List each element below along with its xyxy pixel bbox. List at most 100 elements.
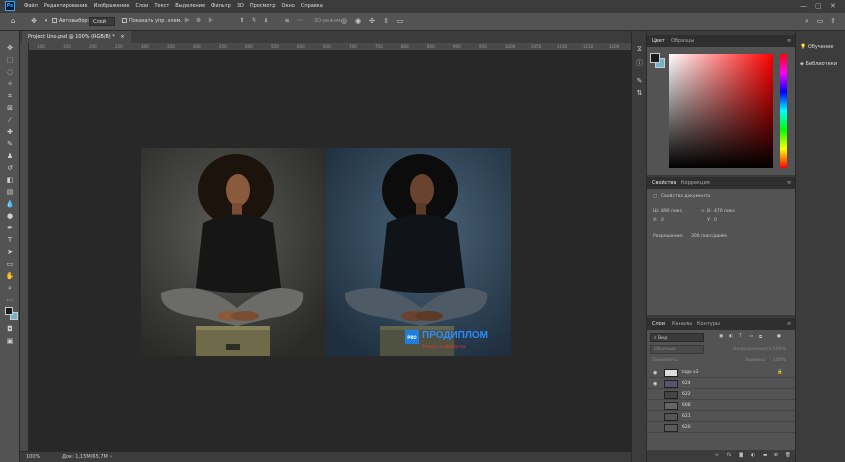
pen-tool-icon[interactable]: ✒ [5,223,15,233]
properties-menu-icon[interactable]: ≡ [787,180,791,186]
3d-orbit-icon[interactable]: ◎ [340,17,348,25]
tab-properties[interactable]: Свойства [652,180,676,186]
filter-toggle-icon[interactable]: ● [777,334,781,339]
layer-row[interactable]: ◉ 624 [647,378,796,389]
healing-brush-tool-icon[interactable]: ✚ [5,127,15,137]
blend-mode-select[interactable]: Обычные [650,345,704,354]
align-top-icon[interactable]: ⫪ [238,17,246,25]
screen-mode-icon[interactable]: ▣ [5,336,15,346]
layer-row[interactable]: 621 [647,411,796,422]
3d-roll-icon[interactable]: ◉ [354,17,362,25]
zoom-level[interactable]: 100% [26,454,40,460]
close-window-button[interactable]: ✕ [830,2,836,10]
color-panel-menu-icon[interactable]: ≡ [787,38,791,44]
color-panel-fg-swatch[interactable] [650,53,660,63]
marquee-tool-icon[interactable]: ⬚ [5,55,15,65]
layers-menu-icon[interactable]: ≡ [787,321,791,327]
adjustment-layer-icon[interactable]: ◐ [751,453,755,458]
info-icon[interactable]: ⓘ [635,59,644,68]
layer-row[interactable]: 608 [647,400,796,411]
3d-scale-icon[interactable]: ▭ [396,17,404,25]
new-layer-icon[interactable]: ⊞ [774,453,778,458]
learn-button[interactable]: 💡 Обучение [800,44,833,50]
zoom-tool-icon[interactable]: ⌕ [5,283,15,293]
autoselect-checkbox[interactable]: Автовыбор: [52,18,89,24]
link-icon[interactable]: ∞ [701,209,705,214]
tab-color[interactable]: Цвет [652,38,665,44]
menu-filter[interactable]: Фильтр [211,3,231,9]
document-image[interactable]: PRO ПРОДИПЛОМ Ремонт и обработка [141,148,511,356]
more-options-icon[interactable]: ⋯ [296,17,304,25]
new-group-icon[interactable]: ▬ [763,453,767,458]
menu-image[interactable]: Изображение [93,3,129,9]
color-field[interactable] [669,54,773,168]
x-value[interactable]: 0 [661,218,664,223]
chevron-down-icon[interactable]: ▾ [42,17,50,25]
3d-slide-icon[interactable]: ⇳ [382,17,390,25]
photoshop-logo[interactable]: Ps [5,1,15,11]
share-icon[interactable]: ⇪ [829,17,837,25]
layer-row[interactable]: 620 [647,422,796,433]
tab-adjustments[interactable]: Коррекция [681,180,710,186]
menu-text[interactable]: Текст [154,3,169,9]
menu-help[interactable]: Справка [301,3,323,9]
eyedropper-tool-icon[interactable]: ⁄ [5,115,15,125]
layer-row[interactable]: ◉ logo v2 🔒 [647,367,796,378]
move-tool-icon[interactable]: ✥ [30,17,38,25]
history-icon[interactable]: ⧖ [635,45,644,54]
filter-smart-icon[interactable]: ⧉ [759,334,762,340]
blur-tool-icon[interactable]: 💧 [5,199,15,209]
tab-channels[interactable]: Каналы [672,321,692,327]
filter-type-icon[interactable]: T [739,334,742,339]
height-value[interactable]: 470 пикс. [714,209,737,214]
history-brush-tool-icon[interactable]: ↺ [5,163,15,173]
menu-edit[interactable]: Редактирование [44,3,88,9]
foreground-color-swatch[interactable] [5,307,13,315]
tab-paths[interactable]: Контуры [697,321,720,327]
link-layers-icon[interactable]: ∞ [715,453,719,458]
align-right-icon[interactable]: ⊩ [207,17,215,25]
status-chevron-icon[interactable]: › [110,454,112,460]
stamp-tool-icon[interactable]: ♟ [5,151,15,161]
menu-layers[interactable]: Слои [135,3,148,9]
shape-tool-icon[interactable]: ▭ [5,259,15,269]
align-left-icon[interactable]: ⊫ [183,17,191,25]
layer-row[interactable]: 622 [647,389,796,400]
path-selection-tool-icon[interactable]: ➤ [5,247,15,257]
align-middle-icon[interactable]: ⫩ [250,17,258,25]
eraser-tool-icon[interactable]: ◧ [5,175,15,185]
distribute-icon[interactable]: ≡ [283,17,291,25]
crop-tool-icon[interactable]: ⌗ [5,91,15,101]
menu-3d[interactable]: 3D [237,3,244,9]
eye-icon[interactable]: ◉ [653,370,657,376]
tab-layers[interactable]: Слои [652,321,665,327]
lasso-tool-icon[interactable]: ◌ [5,67,15,77]
quick-mask-icon[interactable]: ◘ [5,324,15,334]
minimize-button[interactable]: — [800,2,807,10]
frame-tool-icon[interactable]: ⊠ [5,103,15,113]
layer-filter-select[interactable]: ⌕ Вид [650,333,704,342]
hand-tool-icon[interactable]: ✋ [5,271,15,281]
menu-window[interactable]: Окно [282,3,295,9]
close-tab-icon[interactable]: × [120,34,124,40]
brush-tool-icon[interactable]: ✎ [5,139,15,149]
show-controls-checkbox[interactable]: Показать упр. элем. [122,18,182,24]
autoselect-dropdown[interactable]: Слой [89,17,115,26]
document-tab[interactable]: Project Uno.psd @ 100% (RGB/8) * × [22,31,131,43]
more-tools-icon[interactable]: ⋯ [5,295,15,305]
workspace-icon[interactable]: ▭ [816,17,824,25]
align-center-icon[interactable]: ⊪ [195,17,203,25]
tab-swatches[interactable]: Образцы [671,38,694,44]
move-tool-icon[interactable]: ✥ [5,43,15,53]
maximize-button[interactable]: ▢ [815,2,822,10]
width-value[interactable]: 890 пикс. [661,209,684,214]
filter-shape-icon[interactable]: ▭ [749,334,753,339]
fx-icon[interactable]: fx [727,453,731,458]
y-value[interactable]: 0 [714,218,717,223]
menu-file[interactable]: Файл [24,3,38,9]
align-bottom-icon[interactable]: ⫫ [262,17,270,25]
type-tool-icon[interactable]: T [5,235,15,245]
trash-icon[interactable]: 🗑 [785,453,791,458]
home-icon[interactable]: ⌂ [9,17,17,25]
add-mask-icon[interactable]: ◙ [739,453,743,458]
